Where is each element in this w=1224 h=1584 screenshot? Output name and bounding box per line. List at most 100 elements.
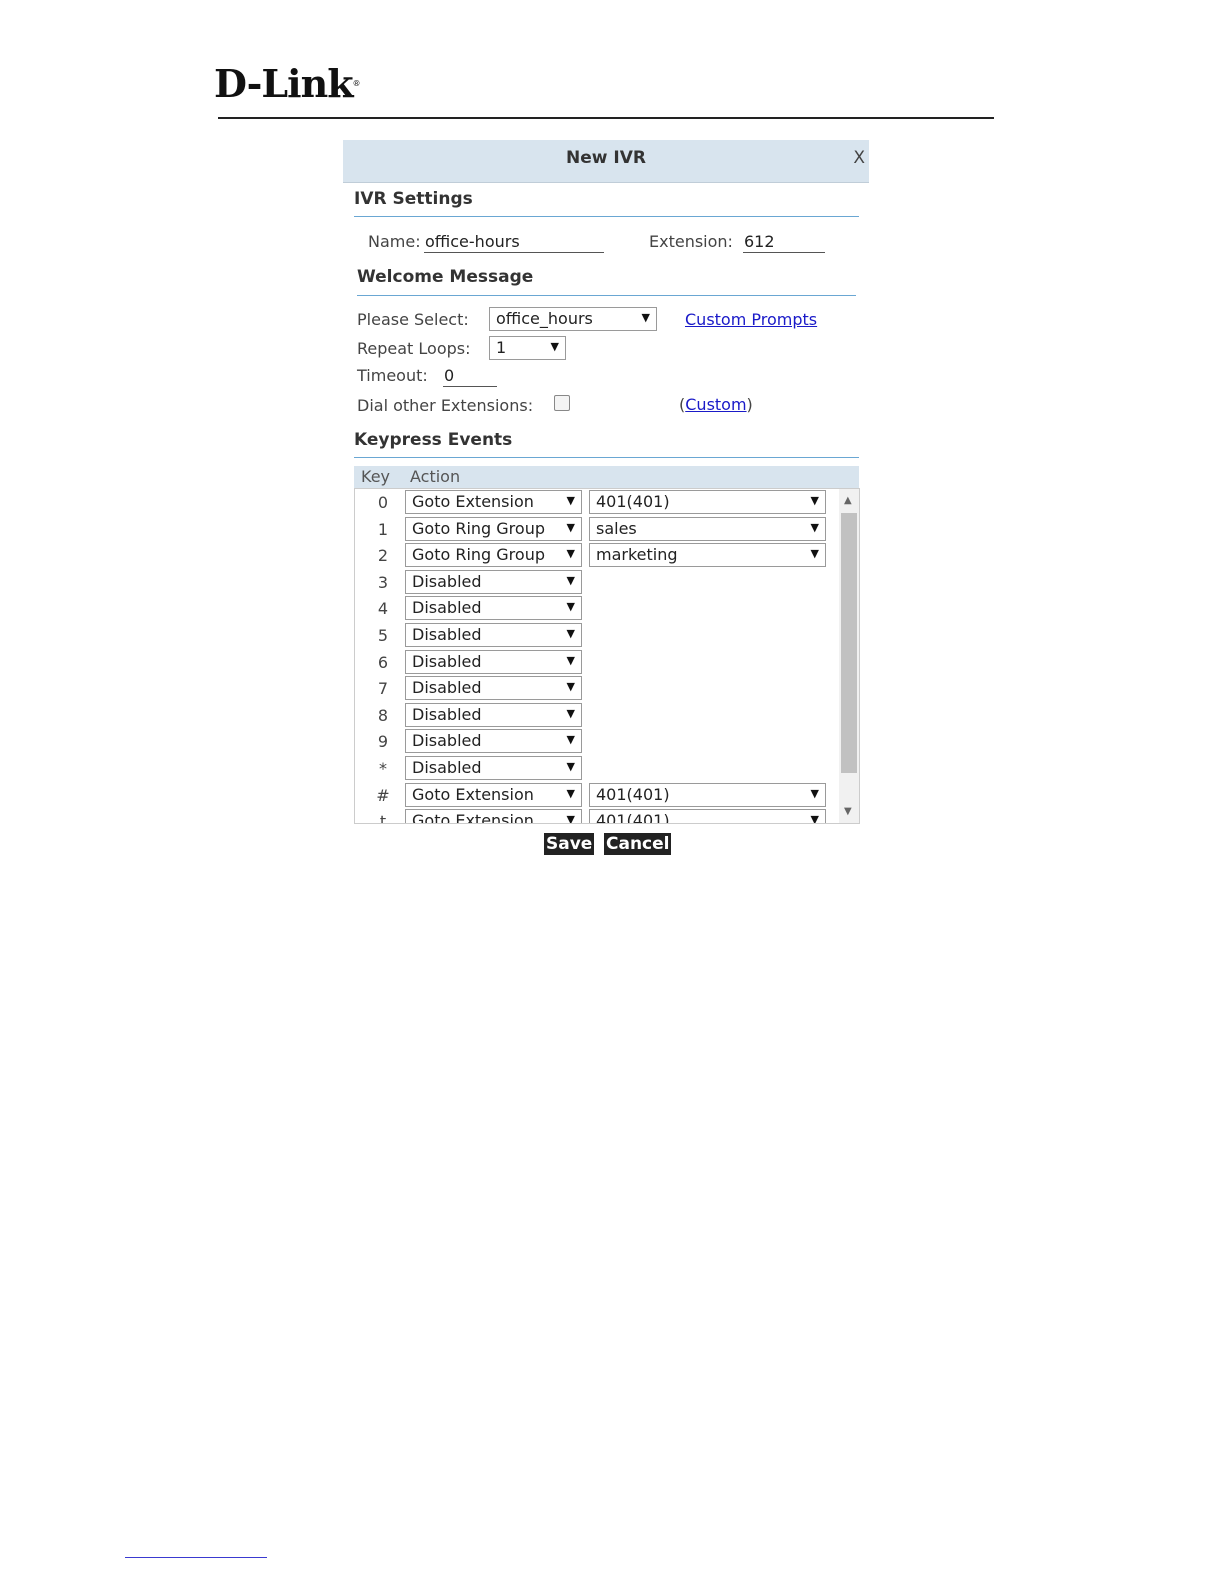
- chevron-down-icon: ▼: [550, 340, 559, 353]
- chevron-down-icon: ▼: [810, 813, 819, 824]
- welcome-prompt-select[interactable]: office_hours ▼: [489, 307, 657, 331]
- chevron-down-icon: ▼: [566, 600, 575, 614]
- target-value: 401(401): [596, 784, 670, 804]
- chevron-down-icon: ▼: [566, 813, 575, 824]
- dial-other-extensions-checkbox[interactable]: [554, 395, 570, 411]
- keypress-scrollbar[interactable]: ▲ ▼: [839, 489, 859, 823]
- chevron-down-icon: ▼: [566, 494, 575, 507]
- table-row: * Disabled ▼: [355, 756, 839, 782]
- table-row: 8 Disabled ▼: [355, 702, 839, 729]
- action-select[interactable]: Goto Ring Group ▼: [405, 543, 582, 568]
- header-divider: [218, 117, 994, 119]
- target-select[interactable]: 401(401) ▼: [589, 490, 826, 514]
- keypress-table: 0 Goto Extension ▼ 401(401) ▼ 1 Goto Ring Grou…: [354, 488, 860, 824]
- save-button[interactable]: Save: [544, 833, 595, 855]
- keypress-events-heading: Keypress Events: [354, 430, 513, 450]
- name-input[interactable]: [424, 230, 604, 253]
- repeat-loops-label: Repeat Loops:: [357, 339, 471, 358]
- chevron-down-icon: ▼: [810, 786, 819, 800]
- chevron-down-icon: ▼: [566, 653, 575, 667]
- repeat-loops-select[interactable]: 1 ▼: [489, 336, 566, 360]
- table-row: 3 Disabled ▼: [355, 569, 839, 596]
- chevron-down-icon: ▼: [566, 573, 575, 587]
- key-cell: 4: [377, 599, 389, 619]
- action-value: Disabled: [412, 678, 482, 698]
- action-select[interactable]: Goto Extension ▼: [405, 782, 582, 807]
- action-value: Disabled: [412, 758, 482, 777]
- scroll-up-icon[interactable]: ▲: [844, 495, 852, 506]
- cancel-button[interactable]: Cancel: [604, 833, 672, 855]
- target-select[interactable]: 401(401) ▼: [589, 809, 826, 824]
- chevron-down-icon: ▼: [641, 311, 650, 324]
- key-cell: *: [379, 759, 387, 778]
- target-select[interactable]: marketing ▼: [589, 543, 826, 568]
- table-row: 7 Disabled ▼: [355, 676, 839, 702]
- footer-link-line: [125, 1557, 267, 1558]
- key-cell: 2: [377, 546, 389, 566]
- key-cell: 9: [377, 732, 389, 752]
- table-row: 4 Disabled ▼: [355, 596, 839, 622]
- table-row: 9 Disabled ▼: [355, 729, 839, 755]
- target-select[interactable]: 401(401) ▼: [589, 782, 826, 807]
- key-cell: 6: [377, 652, 389, 672]
- action-value: Disabled: [412, 598, 482, 618]
- table-row: 6 Disabled ▼: [355, 649, 839, 676]
- chevron-down-icon: ▼: [566, 680, 575, 694]
- action-select[interactable]: Disabled ▼: [405, 676, 582, 701]
- action-value: Goto Ring Group: [412, 545, 545, 565]
- key-cell: 1: [377, 519, 389, 539]
- action-select[interactable]: Disabled ▼: [405, 596, 582, 621]
- dlink-logo: D-Link®: [214, 61, 361, 106]
- key-cell: #: [376, 785, 390, 805]
- welcome-message-heading: Welcome Message: [357, 267, 534, 287]
- close-icon[interactable]: X: [853, 148, 865, 168]
- action-value: Disabled: [412, 625, 482, 644]
- timeout-label: Timeout:: [357, 366, 428, 385]
- action-value: Disabled: [412, 704, 482, 724]
- custom-link-wrapper: (Custom): [679, 395, 753, 414]
- action-select[interactable]: Disabled ▼: [405, 569, 582, 594]
- keypress-events-divider: [354, 457, 859, 458]
- target-value: 401(401): [596, 811, 670, 824]
- action-select[interactable]: Disabled ▼: [405, 649, 582, 674]
- dial-other-extensions-label: Dial other Extensions:: [357, 396, 534, 415]
- ivr-settings-heading: IVR Settings: [354, 189, 473, 209]
- table-row: 0 Goto Extension ▼ 401(401) ▼: [355, 490, 839, 516]
- action-value: Disabled: [412, 571, 482, 591]
- action-select[interactable]: Goto Ring Group ▼: [405, 516, 582, 541]
- dialog-title: New IVR: [566, 148, 646, 168]
- ivr-settings-divider: [354, 216, 859, 217]
- table-row: t Goto Extension ▼ 401(401) ▼: [355, 809, 839, 824]
- key-cell: t: [379, 812, 387, 824]
- new-ivr-dialog: New IVR X IVR Settings Name: Extension: …: [343, 140, 869, 860]
- action-select[interactable]: Goto Extension ▼: [405, 809, 582, 824]
- key-cell: 7: [377, 679, 389, 699]
- table-row: 2 Goto Ring Group ▼ marketing ▼: [355, 543, 839, 569]
- action-value: Disabled: [412, 731, 482, 751]
- timeout-input[interactable]: [443, 364, 497, 387]
- chevron-down-icon: ▼: [566, 786, 575, 800]
- key-cell: 0: [377, 493, 389, 512]
- chevron-down-icon: ▼: [566, 627, 575, 640]
- name-label: Name:: [368, 232, 421, 251]
- table-row: # Goto Extension ▼ 401(401) ▼: [355, 782, 839, 809]
- target-select[interactable]: sales ▼: [589, 516, 826, 541]
- table-row: 1 Goto Ring Group ▼ sales ▼: [355, 516, 839, 543]
- scroll-down-icon[interactable]: ▼: [844, 806, 852, 817]
- action-select[interactable]: Disabled ▼: [405, 702, 582, 727]
- action-select[interactable]: Goto Extension ▼: [405, 490, 582, 514]
- chevron-down-icon: ▼: [810, 494, 819, 507]
- action-select[interactable]: Disabled ▼: [405, 623, 582, 647]
- custom-link[interactable]: Custom: [685, 395, 746, 414]
- action-select[interactable]: Disabled ▼: [405, 756, 582, 780]
- table-row: 5 Disabled ▼: [355, 623, 839, 649]
- custom-prompts-link[interactable]: Custom Prompts: [685, 310, 817, 329]
- please-select-label: Please Select:: [357, 310, 469, 329]
- chevron-down-icon: ▼: [566, 547, 575, 561]
- action-select[interactable]: Disabled ▼: [405, 729, 582, 754]
- extension-input[interactable]: [743, 230, 825, 253]
- chevron-down-icon: ▼: [566, 760, 575, 773]
- scrollbar-thumb[interactable]: [841, 513, 857, 773]
- welcome-prompt-value: office_hours: [496, 309, 593, 328]
- repeat-loops-value: 1: [496, 338, 507, 357]
